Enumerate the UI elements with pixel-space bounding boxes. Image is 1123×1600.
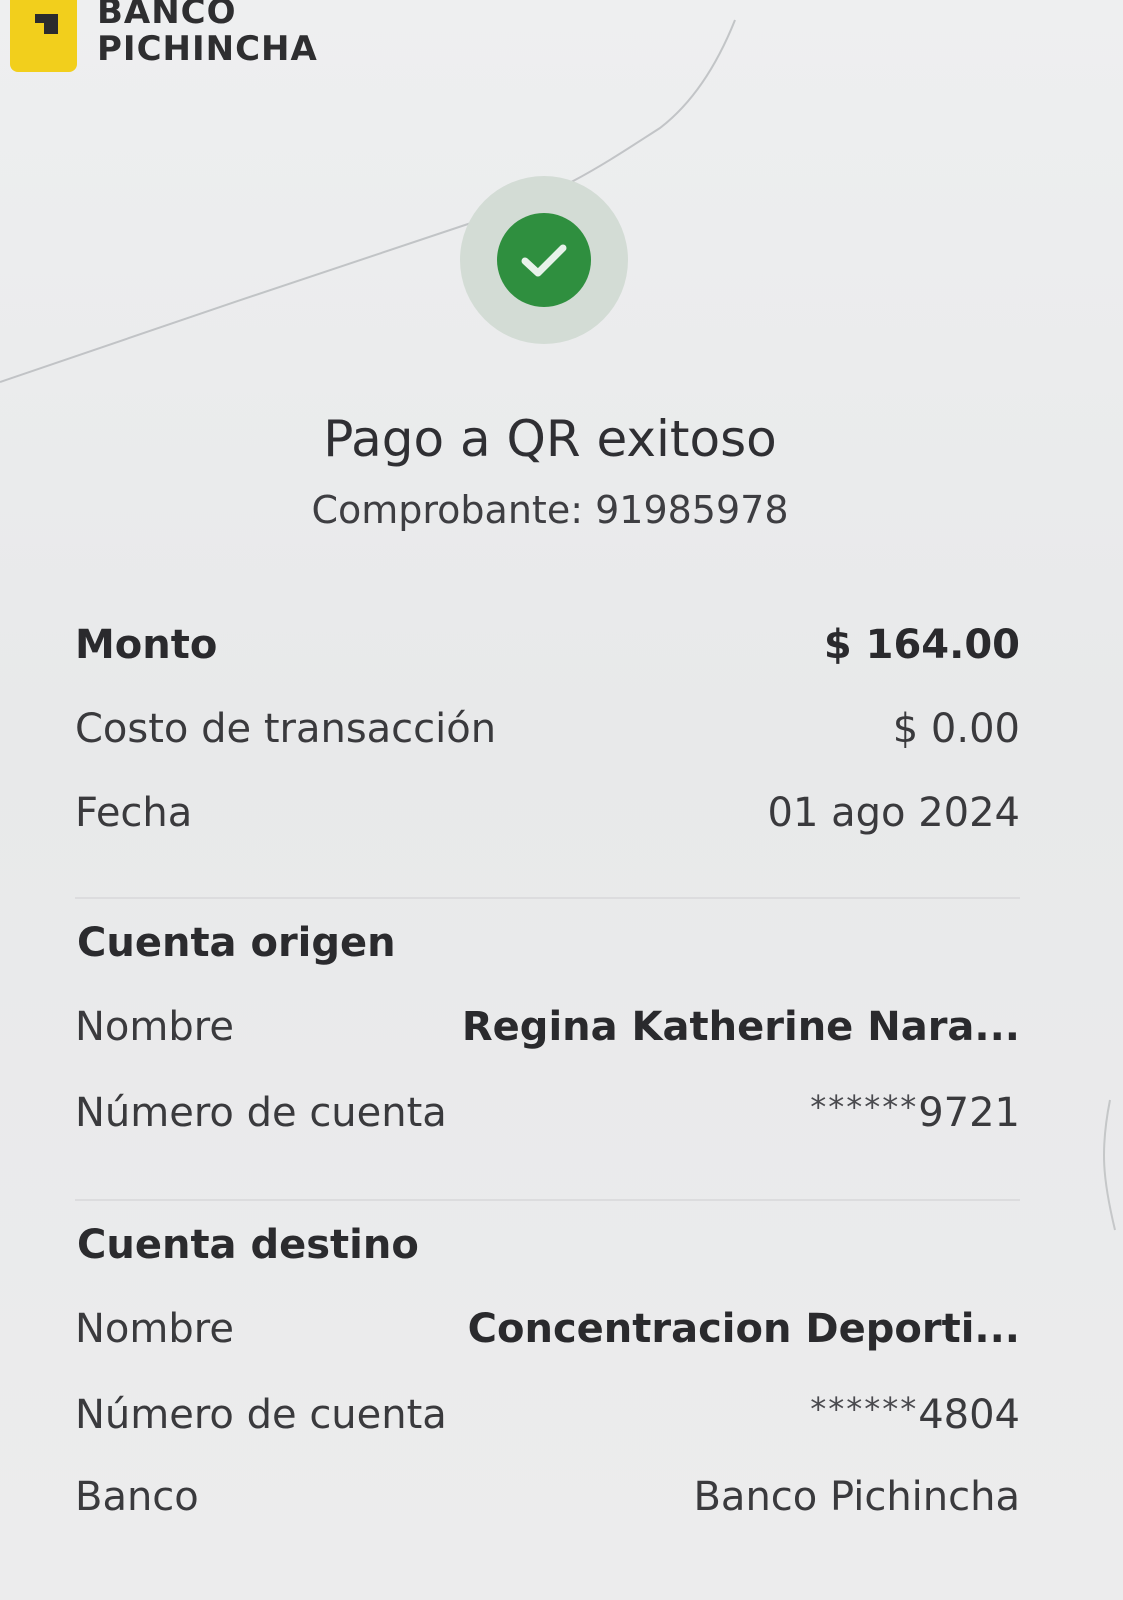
origin-account-value: ******9721 <box>810 1088 1020 1136</box>
destination-name-value: Concentracion Deporti... <box>467 1306 1020 1352</box>
origin-account-label: Número de cuenta <box>75 1090 447 1136</box>
receipt-label: Comprobante: <box>311 488 583 532</box>
destination-account-mask: ****** <box>810 1390 919 1428</box>
payment-receipt-screen: BANCO PICHINCHA Pago a QR exitoso Compro… <box>0 0 1123 1600</box>
divider <box>75 897 1020 899</box>
check-icon <box>497 213 591 307</box>
destination-section-title: Cuenta destino <box>77 1222 419 1268</box>
receipt-value: 91985978 <box>595 488 789 532</box>
date-row: Fecha 01 ago 2024 <box>75 790 1020 836</box>
destination-account-last4: 4804 <box>918 1392 1020 1438</box>
destination-account-value: ******4804 <box>810 1390 1020 1438</box>
origin-account-mask: ****** <box>810 1088 919 1126</box>
destination-bank-label: Banco <box>75 1474 199 1520</box>
destination-account-label: Número de cuenta <box>75 1392 447 1438</box>
bank-logo: BANCO PICHINCHA <box>10 0 318 72</box>
destination-name-label: Nombre <box>75 1306 234 1352</box>
brand-line-1: BANCO <box>97 0 237 32</box>
fee-value: $ 0.00 <box>892 706 1020 752</box>
destination-account-row: Número de cuenta ******4804 <box>75 1390 1020 1438</box>
date-value: 01 ago 2024 <box>767 790 1021 836</box>
divider <box>75 1199 1020 1201</box>
fee-row: Costo de transacción $ 0.00 <box>75 706 1020 752</box>
amount-value: $ 164.00 <box>823 622 1020 668</box>
origin-section-title: Cuenta origen <box>77 920 396 966</box>
receipt-number: Comprobante: 91985978 <box>0 488 1100 532</box>
destination-bank-value: Banco Pichincha <box>693 1474 1020 1520</box>
amount-row: Monto $ 164.00 <box>75 622 1020 668</box>
origin-name-row: Nombre Regina Katherine Nara... <box>75 1004 1020 1050</box>
destination-bank-row: Banco Banco Pichincha <box>75 1474 1020 1520</box>
date-label: Fecha <box>75 790 193 836</box>
brand-line-2: PICHINCHA <box>97 29 318 69</box>
bank-logo-text: BANCO PICHINCHA <box>97 0 318 68</box>
fee-label: Costo de transacción <box>75 706 497 752</box>
bank-logo-icon <box>10 0 77 72</box>
origin-name-value: Regina Katherine Nara... <box>461 1004 1020 1050</box>
amount-label: Monto <box>75 622 218 668</box>
origin-account-last4: 9721 <box>918 1090 1020 1136</box>
origin-account-row: Número de cuenta ******9721 <box>75 1088 1020 1136</box>
origin-name-label: Nombre <box>75 1004 234 1050</box>
destination-name-row: Nombre Concentracion Deporti... <box>75 1306 1020 1352</box>
page-title: Pago a QR exitoso <box>323 410 777 468</box>
